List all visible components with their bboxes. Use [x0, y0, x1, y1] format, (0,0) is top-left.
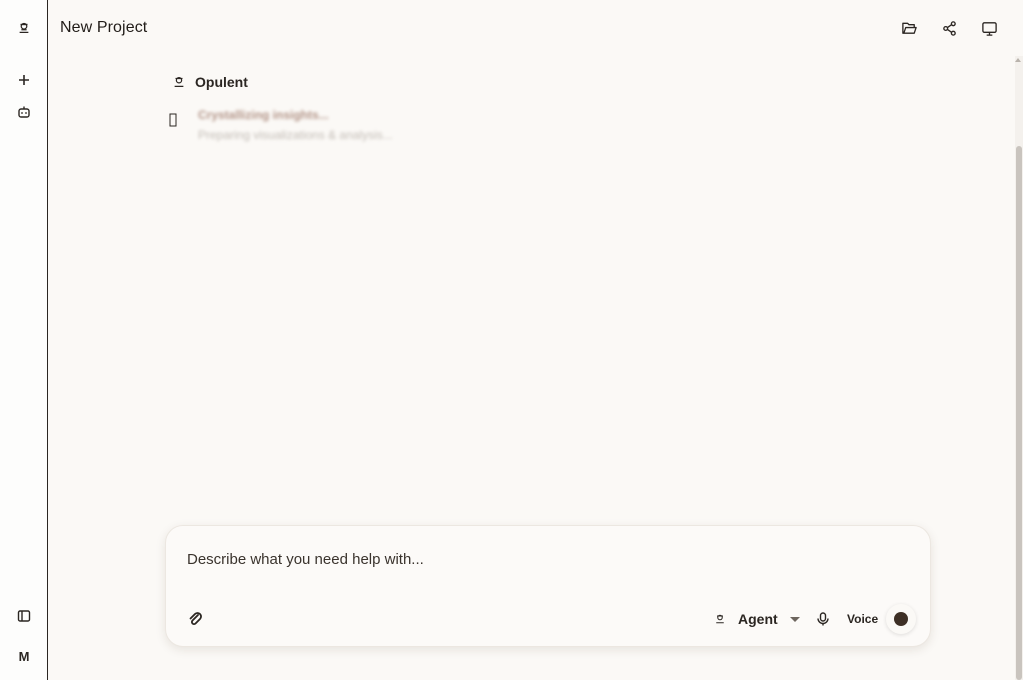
share-icon[interactable]	[937, 16, 961, 40]
user-avatar[interactable]: M	[12, 644, 36, 668]
sidebar-toggle-icon[interactable]	[12, 604, 36, 628]
mode-label: Agent	[738, 611, 778, 627]
prompt-input[interactable]	[187, 551, 787, 568]
folder-open-icon[interactable]	[897, 16, 921, 40]
thinking-detail: Preparing visualizations & analysis...	[198, 128, 393, 142]
page-title: New Project	[60, 19, 148, 36]
thinking-indicator-icon	[168, 112, 178, 128]
opulent-logo-icon[interactable]	[12, 16, 36, 40]
author-name: Opulent	[195, 74, 248, 90]
paperclip-icon[interactable]	[186, 610, 204, 628]
chevron-down-icon	[789, 616, 800, 622]
voice-mode-button[interactable]	[886, 604, 916, 634]
top-bar: New Project	[48, 0, 1015, 56]
agent-avatar-icon	[716, 614, 724, 624]
scroll-up-arrow-icon[interactable]	[1015, 58, 1021, 62]
message-author: Opulent	[172, 74, 248, 90]
monitor-icon[interactable]	[977, 16, 1001, 40]
opulent-avatar-icon	[174, 77, 184, 87]
scrollbar-thumb[interactable]	[1016, 146, 1022, 680]
microphone-icon[interactable]	[814, 610, 832, 628]
thinking-status: Crystallizing insights... Preparing visu…	[198, 108, 393, 142]
left-rail: M	[0, 0, 48, 680]
mode-selector[interactable]: Agent	[714, 610, 800, 628]
plus-icon[interactable]	[12, 68, 36, 92]
thinking-title: Crystallizing insights...	[198, 108, 329, 122]
voice-dot-icon	[894, 612, 908, 626]
app-window: M New Project Opulent Crystallizing insi…	[0, 0, 1023, 680]
voice-label: Voice	[847, 612, 879, 626]
message-composer: Agent Voice	[165, 525, 931, 647]
bot-icon[interactable]	[12, 100, 36, 124]
